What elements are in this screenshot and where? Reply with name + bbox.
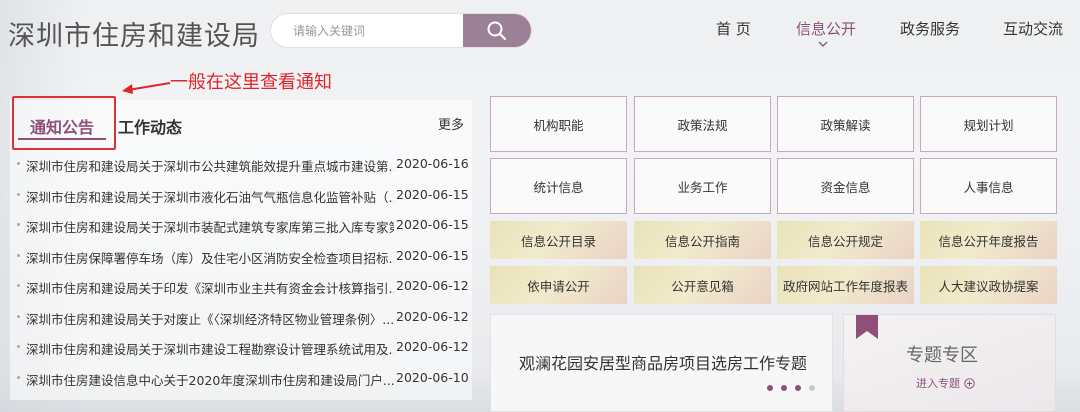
news-date: 2020-06-15 <box>396 186 469 202</box>
enter-special-link[interactable]: 进入专题 <box>916 375 975 391</box>
bullet-icon <box>17 314 20 318</box>
list-item[interactable]: 深圳市住房和建设局关于深圳市公共建筑能效提升重点城市建设第... 2020-06… <box>14 150 472 181</box>
annotation-text: 一般在这里查看通知 <box>170 72 332 93</box>
grid-button-policies-regulations[interactable]: 政策法规 <box>634 96 771 152</box>
plus-circle-icon <box>964 377 975 389</box>
grid-button-website-annual-report[interactable]: 政府网站工作年度报表 <box>777 266 914 304</box>
carousel-dot[interactable] <box>767 385 773 391</box>
grid-button-disclosure-rules[interactable]: 信息公开规定 <box>777 221 914 259</box>
grid-button-request-disclosure[interactable]: 依申请公开 <box>490 266 627 304</box>
carousel-dots <box>767 385 815 391</box>
news-title: 深圳市住房和建设局关于印发《深圳市业主共有资金会计核算指引... <box>26 281 394 296</box>
search-box <box>270 13 532 48</box>
main-nav: 首 页 信息公开 政务服务 互动交流 <box>700 18 1070 47</box>
nav-government-services[interactable]: 政务服务 <box>900 18 960 39</box>
news-date: 2020-06-12 <box>396 308 469 324</box>
news-date: 2020-06-15 <box>396 217 469 232</box>
list-item[interactable]: 深圳市住房和建设局关于深圳市液化石油气气瓶信息化监管补贴（... 2020-06… <box>14 181 472 212</box>
site-title: 深圳市住房和建设局 <box>8 21 260 52</box>
list-item[interactable]: 深圳市住房和建设局关于深圳市装配式建筑专家库第三批入库专家第... 2020-0… <box>14 211 472 242</box>
list-item[interactable]: 深圳市住房和建设局关于深圳市建设工程勘察设计管理系统试用及... 2020-06… <box>14 333 472 364</box>
grid-button-statistics[interactable]: 统计信息 <box>490 158 627 214</box>
search-input[interactable] <box>271 14 466 47</box>
special-topics-box: 专题专区 进入专题 <box>843 314 1056 412</box>
news-date: 2020-06-10 <box>396 369 469 385</box>
news-date: 2020-06-15 <box>396 247 469 263</box>
nav-home[interactable]: 首 页 <box>716 18 751 39</box>
search-button[interactable] <box>463 14 531 47</box>
enter-special-label: 进入专题 <box>916 377 960 390</box>
nav-info-disclosure[interactable]: 信息公开 <box>796 18 857 47</box>
annotation-arrow-icon <box>122 82 171 94</box>
nav-interaction[interactable]: 互动交流 <box>1003 18 1063 39</box>
tab-notices[interactable]: 通知公告 <box>30 114 94 138</box>
carousel-dot[interactable] <box>795 385 801 391</box>
grid-button-personnel-info[interactable]: 人事信息 <box>920 158 1057 214</box>
news-title: 深圳市住房和建设局关于深圳市建设工程勘察设计管理系统试用及... <box>26 342 394 357</box>
grid-button-disclosure-catalog[interactable]: 信息公开目录 <box>490 221 627 259</box>
bullet-icon <box>17 284 20 287</box>
carousel-dot[interactable] <box>809 385 815 391</box>
grid-button-planning[interactable]: 规划计划 <box>920 96 1057 152</box>
chevron-down-icon <box>818 41 828 47</box>
bullet-icon <box>17 162 20 165</box>
grid-button-policy-interpretation[interactable]: 政策解读 <box>777 96 914 152</box>
news-list: 深圳市住房和建设局关于深圳市公共建筑能效提升重点城市建设第... 2020-06… <box>14 150 472 394</box>
active-tab-underline <box>18 138 106 140</box>
special-title: 专题专区 <box>906 345 978 366</box>
news-date: 2020-06-16 <box>396 156 469 171</box>
news-date: 2020-06-12 <box>396 339 469 354</box>
news-date: 2020-06-12 <box>396 278 469 293</box>
grid-button-institution-functions[interactable]: 机构职能 <box>490 96 627 152</box>
bullet-icon <box>17 223 20 226</box>
bullet-icon <box>17 253 20 257</box>
news-title: 深圳市住房保障署停车场（库）及住宅小区消防安全检查项目招标... <box>26 250 394 266</box>
bookmark-icon <box>856 315 878 339</box>
list-item[interactable]: 深圳市住房保障署停车场（库）及住宅小区消防安全检查项目招标... 2020-06… <box>14 242 472 273</box>
grid-button-business-work[interactable]: 业务工作 <box>634 158 771 214</box>
news-title: 深圳市住房和建设局关于深圳市液化石油气气瓶信息化监管补贴（... <box>26 189 394 205</box>
grid-button-funding-info[interactable]: 资金信息 <box>777 158 914 214</box>
carousel-dot[interactable] <box>781 385 787 391</box>
news-title: 深圳市住房和建设局关于深圳市公共建筑能效提升重点城市建设第... <box>26 159 394 174</box>
feature-title: 观澜花园安居型商品房项目选房工作专题 <box>519 354 808 373</box>
feature-banner[interactable]: 观澜花园安居型商品房项目选房工作专题 <box>490 314 833 412</box>
news-title: 深圳市住房和建设局关于深圳市装配式建筑专家库第三批入库专家第... <box>26 220 394 235</box>
bullet-icon <box>17 375 20 379</box>
bullet-icon <box>17 345 20 348</box>
more-link[interactable]: 更多 <box>438 114 464 133</box>
grid-button-feedback-box[interactable]: 公开意见箱 <box>634 266 771 304</box>
tab-work-updates[interactable]: 工作动态 <box>118 114 182 138</box>
list-item[interactable]: 深圳市住房和建设局关于对废止《〈深圳经济特区物业管理条例〉... 2020-06… <box>14 303 472 334</box>
news-title: 深圳市住房建设信息中心关于2020年度深圳市住房和建设局门户... <box>26 372 394 388</box>
search-icon <box>487 21 507 40</box>
nav-info-disclosure-label: 信息公开 <box>796 20 857 38</box>
grid-button-proposals[interactable]: 人大建议政协提案 <box>920 266 1057 304</box>
bullet-icon <box>17 192 20 196</box>
grid-button-disclosure-guide[interactable]: 信息公开指南 <box>634 221 771 259</box>
news-title: 深圳市住房和建设局关于对废止《〈深圳经济特区物业管理条例〉... <box>26 311 394 327</box>
list-item[interactable]: 深圳市住房和建设局关于印发《深圳市业主共有资金会计核算指引... 2020-06… <box>14 272 472 303</box>
grid-button-annual-disclosure-report[interactable]: 信息公开年度报告 <box>920 221 1057 259</box>
list-item[interactable]: 深圳市住房建设信息中心关于2020年度深圳市住房和建设局门户... 2020-0… <box>14 364 472 395</box>
